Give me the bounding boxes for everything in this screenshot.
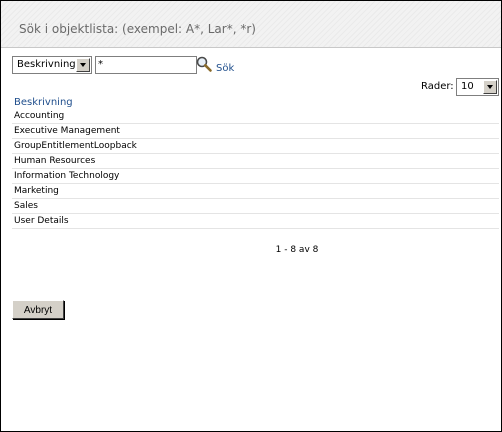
list-item[interactable]: Marketing xyxy=(12,184,499,199)
pagination-status: 1 - 8 av 8 xyxy=(275,245,319,255)
search-input[interactable]: * xyxy=(95,56,197,74)
rows-label: Rader: xyxy=(421,81,454,92)
list-item[interactable]: User Details xyxy=(12,214,499,229)
column-header-description[interactable]: Beskrivning xyxy=(14,97,73,108)
attribute-select[interactable]: Beskrivning xyxy=(12,56,92,74)
list-item[interactable]: GroupEntitlementLoopback xyxy=(12,139,499,154)
search-link[interactable]: Sök xyxy=(216,63,234,74)
page-title: Sök i objektlista: (exempel: A*, Lar*, *… xyxy=(19,22,256,36)
list-item[interactable]: Human Resources xyxy=(12,154,499,169)
dialog-header: Sök i objektlista: (exempel: A*, Lar*, *… xyxy=(1,1,501,48)
rows-select-value: 10 xyxy=(461,81,474,92)
list-item[interactable]: Accounting xyxy=(12,109,499,124)
list-item[interactable]: Executive Management xyxy=(12,124,499,139)
list-item[interactable]: Information Technology xyxy=(12,169,499,184)
dialog-frame: Sök i objektlista: (exempel: A*, Lar*, *… xyxy=(0,0,502,432)
chevron-down-icon[interactable] xyxy=(76,58,90,72)
chevron-down-icon[interactable] xyxy=(483,80,497,94)
list-item[interactable]: Sales xyxy=(12,199,499,214)
attribute-select-value: Beskrivning xyxy=(17,59,76,70)
rows-select[interactable]: 10 xyxy=(456,78,499,96)
object-list: Accounting Executive Management GroupEnt… xyxy=(12,109,499,229)
cancel-button[interactable]: Avbryt xyxy=(12,300,64,319)
magnifier-icon[interactable] xyxy=(195,55,213,73)
